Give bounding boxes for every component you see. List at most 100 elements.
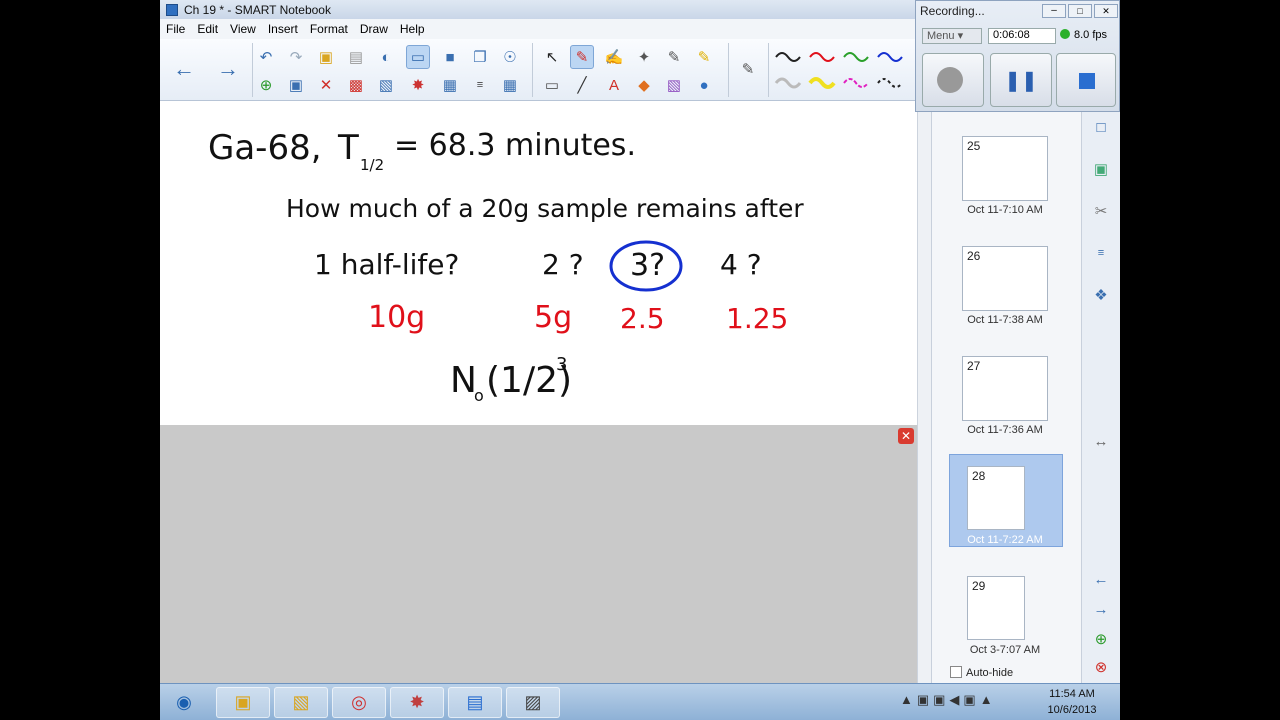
properties-icon[interactable]: ≡ — [1090, 242, 1112, 264]
shapes-icon[interactable]: ◆ — [632, 73, 656, 97]
notebook-folder-task-icon[interactable]: ▧ — [274, 687, 328, 718]
screen: Ch 19 * - SMART Notebook File Edit View … — [160, 0, 1120, 720]
clock-date[interactable]: 10/6/2013 — [1032, 704, 1112, 716]
answer-two: 5g — [534, 300, 573, 335]
half-life-subscript: 1/2 — [360, 156, 385, 174]
record-button[interactable] — [922, 53, 984, 107]
half-life-symbol: T — [338, 128, 359, 168]
pause-button[interactable]: ❚❚ — [990, 53, 1052, 107]
page-thumbnail-28[interactable]: 28 — [967, 466, 1025, 530]
screen-shade-icon[interactable]: ◐ — [374, 45, 398, 69]
redo-icon[interactable]: ↷ — [284, 45, 308, 69]
menu-insert[interactable]: Insert — [262, 22, 304, 36]
formula-n-subscript: o — [474, 386, 484, 405]
paste-icon[interactable]: ▤ — [344, 45, 368, 69]
question-four: 4 ? — [720, 248, 762, 281]
undo-icon[interactable]: ↶ — [254, 45, 278, 69]
menu-edit[interactable]: Edit — [191, 22, 224, 36]
delete-icon[interactable]: ✕ — [314, 73, 338, 97]
minimize-button[interactable]: ‒ — [1042, 4, 1066, 18]
stop-button[interactable] — [1056, 53, 1116, 107]
close-icon[interactable]: ✕ — [898, 428, 914, 444]
auto-hide-checkbox[interactable] — [950, 666, 962, 678]
magic-pen-icon[interactable]: ✦ — [632, 45, 656, 69]
clock-time[interactable]: 11:54 AM — [1032, 688, 1112, 700]
add-page-icon[interactable]: ⊕ — [1090, 628, 1112, 650]
page-thumbnail-25[interactable]: 25 — [962, 136, 1048, 201]
recorder-menu[interactable]: Menu ▾ — [922, 28, 982, 44]
page-date-26: Oct 11-7:38 AM — [967, 314, 1043, 326]
line-icon[interactable]: ╱ — [570, 73, 594, 97]
menu-help[interactable]: Help — [394, 22, 431, 36]
page-number: 25 — [967, 139, 981, 153]
start-button-icon[interactable]: ◉ — [164, 687, 204, 718]
gallery-icon[interactable]: ▣ — [1090, 158, 1112, 180]
previous-page-icon[interactable]: ← — [1090, 568, 1112, 590]
page-date-29: Oct 3-7:07 AM — [969, 644, 1041, 656]
copy-icon[interactable]: ❐ — [468, 45, 492, 69]
smart-notebook-task-icon[interactable]: ▤ — [448, 687, 502, 718]
page-sorter: 25 Oct 11-7:10 AM 26 Oct 11-7:38 AM 27 O… — [931, 112, 1081, 683]
highlighter-icon[interactable]: ✎ — [692, 45, 716, 69]
close-window-button[interactable]: ✕ — [1094, 4, 1118, 18]
clear-page-icon[interactable]: ▩ — [344, 73, 368, 97]
fill-icon[interactable]: ▧ — [662, 73, 686, 97]
properties-icon[interactable]: ● — [692, 73, 716, 97]
pen-type-icon[interactable]: ✎ — [736, 57, 760, 81]
full-screen-icon[interactable]: ▭ — [406, 45, 430, 69]
document-camera-icon[interactable]: ▧ — [374, 73, 398, 97]
notebook-page[interactable]: Ga-68, T 1/2 = 68.3 minutes. How much of… — [160, 102, 917, 425]
answer-three: 2.5 — [620, 302, 665, 335]
back-arrow-icon[interactable]: ← — [172, 56, 196, 81]
explorer-task-icon[interactable]: ▣ — [216, 687, 270, 718]
page-thumbnail-26[interactable]: 26 — [962, 246, 1048, 311]
page-date-25: Oct 11-7:10 AM — [967, 204, 1043, 216]
table-icon[interactable]: ▦ — [438, 73, 462, 97]
shape-recognition-pen-icon[interactable]: ✎ — [662, 45, 686, 69]
move-panel-icon[interactable]: ↔ — [1090, 430, 1112, 452]
canvas-scrollbar[interactable] — [917, 102, 931, 683]
page-number: 28 — [972, 469, 986, 483]
page-sorter-icon[interactable]: □ — [1090, 116, 1112, 138]
delete-page-icon[interactable]: ⊗ — [1090, 656, 1112, 678]
page-thumbnail-27[interactable]: 27 — [962, 356, 1048, 421]
menu-file[interactable]: File — [160, 22, 191, 36]
text-icon[interactable]: A — [602, 73, 626, 97]
elapsed-time: 0:06:08 — [988, 28, 1056, 44]
eraser-icon[interactable]: ▭ — [540, 73, 564, 97]
menu-format[interactable]: Format — [304, 22, 354, 36]
maximize-button[interactable]: □ — [1068, 4, 1092, 18]
pens-icon[interactable]: ✎ — [570, 45, 594, 69]
system-tray-icons[interactable]: ▲▣▣◀▣▲ — [900, 692, 997, 708]
page-date-27: Oct 11-7:36 AM — [967, 424, 1043, 436]
camera-icon[interactable]: ■ — [438, 45, 462, 69]
grid-icon[interactable]: ▦ — [498, 73, 522, 97]
select-pointer-icon[interactable]: ↖ — [540, 45, 564, 69]
question-text: How much of a 20g sample remains after — [286, 194, 804, 223]
creative-pen-icon[interactable]: ✍ — [602, 45, 626, 69]
chrome-task-icon[interactable]: ◎ — [332, 687, 386, 718]
menu-label: Menu — [927, 30, 955, 42]
smart-tools-task-icon[interactable]: ✸ — [390, 687, 444, 718]
addons-icon[interactable]: ❖ — [1090, 284, 1112, 306]
pen-styles-palette[interactable] — [772, 45, 912, 95]
add-page-icon[interactable]: ⊕ — [254, 73, 278, 97]
recorder-task-icon[interactable]: ▨ — [506, 687, 560, 718]
page-thumbnail-29[interactable]: 29 — [967, 576, 1025, 640]
frame-rate: 8.0 fps — [1074, 29, 1108, 41]
next-page-icon[interactable]: → — [1090, 598, 1112, 620]
open-folder-icon[interactable]: ▣ — [314, 45, 338, 69]
side-tabs: □ ▣ ✂ ≡ ❖ ↔ ← → ⊕ ⊗ — [1081, 112, 1120, 683]
zoom-icon[interactable]: ☉ — [498, 45, 522, 69]
recorder-window: Recording... ‒ □ ✕ Menu ▾ 0:06:08 8.0 fp… — [915, 0, 1120, 112]
menu-view[interactable]: View — [224, 22, 262, 36]
forward-arrow-icon[interactable]: → — [216, 56, 240, 81]
isotope-label: Ga-68, — [208, 128, 322, 168]
attachments-icon[interactable]: ✂ — [1090, 200, 1112, 222]
screen-capture-icon[interactable]: ✸ — [406, 73, 430, 97]
menu-draw[interactable]: Draw — [354, 22, 394, 36]
window-title: Ch 19 * - SMART Notebook — [184, 2, 331, 17]
save-icon[interactable]: ▣ — [284, 73, 308, 97]
text-style-icon[interactable]: ≡ — [468, 73, 492, 97]
page-number: 26 — [967, 249, 981, 263]
